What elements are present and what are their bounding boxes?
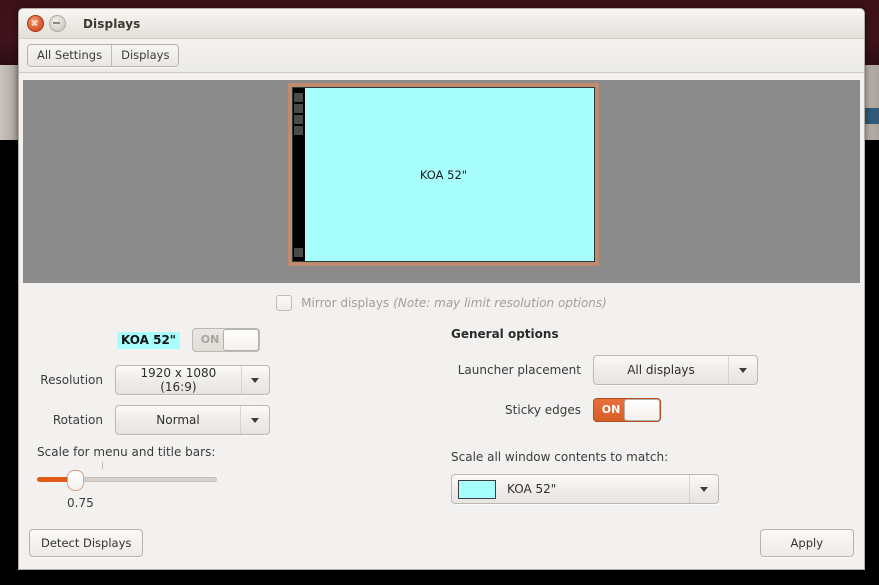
- window-footer: Detect Displays Apply: [19, 529, 864, 557]
- launcher-bar-preview: [293, 88, 305, 261]
- general-options-title: General options: [451, 327, 559, 341]
- rotation-dropdown-arrow[interactable]: [240, 406, 269, 434]
- chevron-down-icon: [251, 377, 260, 383]
- settings-columns: KOA 52" ON Resolution 1920 x 1080 (16:9): [19, 311, 864, 510]
- scale-caption: Scale for menu and title bars:: [37, 445, 216, 459]
- toolbar-button-group: All Settings Displays: [27, 44, 180, 67]
- scale-slider[interactable]: [37, 462, 217, 491]
- chevron-down-icon: [251, 417, 259, 423]
- chevron-down-icon: [739, 367, 747, 373]
- monitor-preview-koa52[interactable]: KOA 52": [288, 83, 599, 266]
- displays-window: Displays All Settings Displays KOA 52" M…: [18, 8, 865, 570]
- launcher-placement-label: Launcher placement: [457, 363, 581, 377]
- resolution-dropdown[interactable]: 1920 x 1080 (16:9): [115, 365, 270, 395]
- chevron-down-icon: [700, 486, 708, 492]
- sticky-edges-toggle-label: ON: [601, 403, 621, 416]
- resolution-label: Resolution: [40, 373, 103, 387]
- rotation-value: Normal: [156, 413, 200, 427]
- close-icon[interactable]: [27, 15, 44, 32]
- scale-slider-tick: [102, 462, 103, 469]
- launcher-icon: [294, 104, 303, 113]
- display-power-toggle-knob: [223, 329, 260, 351]
- window-titlebar: Displays: [19, 9, 864, 39]
- selected-display-name: KOA 52": [117, 331, 181, 349]
- launcher-placement-row: Launcher placement All displays: [451, 355, 846, 385]
- scale-match-dropdown-arrow[interactable]: [689, 475, 718, 503]
- display-settings-column: KOA 52" ON Resolution 1920 x 1080 (16:9): [37, 325, 437, 510]
- sticky-edges-row: Sticky edges ON: [451, 395, 846, 425]
- rotation-row: Rotation Normal: [37, 405, 437, 435]
- sticky-edges-toggle[interactable]: ON: [593, 398, 661, 422]
- scale-match-value: KOA 52": [507, 482, 557, 496]
- monitor-preview-label: KOA 52": [419, 167, 468, 182]
- minimize-icon[interactable]: [49, 15, 66, 32]
- launcher-icon: [294, 115, 303, 124]
- general-options-column: General options Launcher placement All d…: [437, 325, 846, 510]
- launcher-icon: [294, 93, 303, 102]
- all-settings-button[interactable]: All Settings: [28, 45, 112, 66]
- resolution-row: Resolution 1920 x 1080 (16:9): [37, 365, 437, 395]
- window-toolbar: All Settings Displays: [19, 39, 864, 73]
- resolution-value: 1920 x 1080 (16:9): [140, 366, 217, 394]
- rotation-label: Rotation: [52, 413, 103, 427]
- launcher-icon: [294, 248, 303, 257]
- mirror-displays-row[interactable]: Mirror displays (Note: may limit resolut…: [19, 283, 864, 311]
- display-power-toggle-label: ON: [200, 333, 220, 346]
- window-title: Displays: [83, 16, 141, 31]
- display-color-swatch: [458, 479, 496, 499]
- desktop: Displays All Settings Displays KOA 52" M…: [0, 0, 879, 585]
- scale-match-value-wrap: KOA 52": [452, 479, 689, 499]
- settings-body: Mirror displays (Note: may limit resolut…: [19, 283, 864, 569]
- launcher-placement-value: All displays: [627, 363, 695, 377]
- launcher-placement-dropdown[interactable]: All displays: [593, 355, 758, 385]
- background-panel-left: [0, 65, 18, 140]
- display-name-row: KOA 52" ON: [37, 325, 437, 355]
- mirror-displays-label: Mirror displays: [301, 296, 390, 310]
- displays-button[interactable]: Displays: [111, 45, 179, 66]
- scale-value: 0.75: [67, 496, 94, 510]
- apply-button[interactable]: Apply: [759, 529, 854, 557]
- display-power-toggle[interactable]: ON: [192, 328, 261, 352]
- scale-slider-block: Scale for menu and title bars: 0.75: [37, 445, 437, 510]
- display-arrangement-canvas[interactable]: KOA 52": [23, 80, 860, 283]
- sticky-edges-label: Sticky edges: [505, 403, 581, 417]
- launcher-placement-dropdown-arrow[interactable]: [728, 356, 757, 384]
- detect-displays-button[interactable]: Detect Displays: [29, 529, 144, 557]
- sticky-edges-toggle-knob: [624, 399, 660, 421]
- scale-match-caption: Scale all window contents to match:: [451, 450, 669, 464]
- scale-match-dropdown[interactable]: KOA 52": [451, 474, 719, 504]
- resolution-dropdown-arrow[interactable]: [240, 366, 269, 394]
- mirror-displays-note: (Note: may limit resolution options): [393, 296, 607, 310]
- launcher-icon: [294, 126, 303, 135]
- monitor-screen: KOA 52": [292, 87, 595, 262]
- rotation-dropdown[interactable]: Normal: [115, 405, 270, 435]
- scale-slider-handle[interactable]: [67, 470, 84, 491]
- mirror-displays-checkbox[interactable]: [276, 295, 293, 311]
